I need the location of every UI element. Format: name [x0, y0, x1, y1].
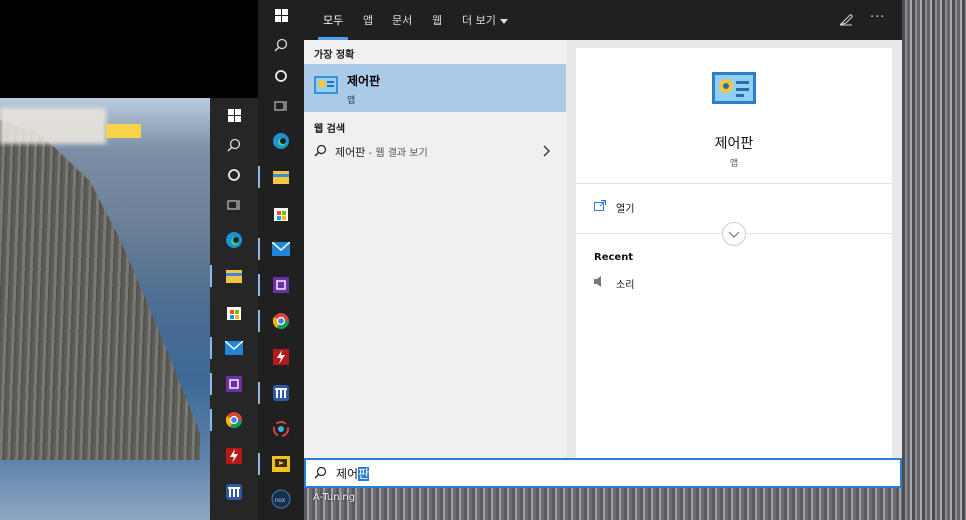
search-input[interactable]: 제어판 [336, 465, 370, 482]
wallpaper-caption: A-Tuning [313, 492, 356, 503]
chevron-right-icon[interactable] [542, 145, 550, 160]
open-icon [594, 200, 606, 214]
control-panel-large-icon [712, 72, 756, 107]
search-icon[interactable] [223, 134, 245, 156]
chevron-down-icon [728, 231, 740, 238]
store-icon[interactable] [223, 301, 245, 323]
running-indicator [258, 453, 260, 475]
web-search-item[interactable]: 제어판 - 웹 결과 보기 [304, 140, 566, 162]
running-indicator [258, 310, 260, 332]
best-match-subtitle: 앱 [347, 96, 356, 106]
app-icon[interactable] [270, 274, 292, 296]
more-options-icon[interactable]: ··· [870, 10, 885, 25]
sync-app-icon[interactable] [270, 418, 292, 440]
mail-icon[interactable] [270, 238, 292, 260]
detail-title: 제어판 [714, 136, 754, 152]
search-icon [314, 466, 327, 482]
nox-icon[interactable]: nox [270, 488, 292, 510]
blurred-window-fragment [0, 108, 106, 144]
detail-pane-background: 제어판 앱 열기 Recent 소리 [566, 40, 902, 458]
tab-all[interactable]: 모두 [323, 12, 343, 28]
store-icon[interactable] [270, 202, 292, 224]
search-icon[interactable] [270, 34, 292, 56]
task-view-icon[interactable] [270, 95, 292, 117]
running-indicator [258, 238, 260, 260]
open-label: 열기 [616, 204, 635, 215]
results-list: 가장 정확 제어판 앱 웹 검색 제어판 - 웹 결과 보기 [304, 40, 566, 458]
web-search-query: 제어판 [335, 146, 366, 159]
running-indicator [258, 274, 260, 296]
tab-web[interactable]: 웹 [432, 12, 442, 28]
lightning-app-icon[interactable] [223, 445, 245, 467]
yellow-highlight [106, 124, 141, 138]
running-indicator [258, 382, 260, 404]
web-search-suffix: - 웹 결과 보기 [365, 148, 428, 159]
yellow-app-icon[interactable] [270, 453, 292, 475]
app-icon[interactable] [223, 373, 245, 395]
desktop-wallpaper-bottom [304, 488, 902, 520]
file-explorer-icon[interactable] [223, 265, 245, 287]
control-panel-icon [314, 76, 338, 97]
web-search-header: 웹 검색 [314, 124, 346, 135]
detail-pane: 제어판 앱 열기 Recent 소리 [576, 48, 892, 458]
tab-more[interactable]: 더 보기 [462, 12, 508, 28]
file-explorer-icon[interactable] [270, 166, 292, 188]
divider [576, 183, 892, 184]
task-view-icon[interactable] [223, 194, 245, 216]
tab-apps[interactable]: 앱 [363, 12, 373, 28]
running-indicator [210, 337, 212, 359]
search-box[interactable]: 제어판 [304, 458, 902, 488]
taskbar: nox [258, 0, 304, 520]
mail-icon[interactable] [223, 337, 245, 359]
speaker-icon [594, 276, 604, 290]
windows-icon[interactable] [270, 4, 292, 26]
running-indicator [210, 409, 212, 431]
best-match-title: 제어판 [347, 74, 381, 88]
best-match-header: 가장 정확 [314, 50, 355, 61]
detail-subtitle: 앱 [729, 159, 739, 169]
tuning-app-icon[interactable] [270, 382, 292, 404]
search-typed-text: 제어 [336, 467, 359, 481]
desktop-wallpaper-right [902, 0, 966, 520]
svg-text:nox: nox [275, 497, 286, 504]
black-region [0, 0, 258, 98]
running-indicator [210, 373, 212, 395]
tab-more-label: 더 보기 [462, 14, 496, 27]
search-scope-bar: 모두 앱 문서 웹 더 보기 ··· [304, 0, 902, 40]
lightning-app-icon[interactable] [270, 346, 292, 368]
recent-item-label: 소리 [616, 280, 635, 291]
tuning-app-icon[interactable] [223, 481, 245, 503]
tab-documents[interactable]: 문서 [392, 12, 412, 28]
best-match-item[interactable]: 제어판 앱 [304, 64, 566, 112]
chrome-icon[interactable] [270, 310, 292, 332]
cortana-icon[interactable] [223, 164, 245, 186]
running-indicator [210, 265, 212, 287]
running-indicator [258, 166, 260, 188]
expand-button[interactable] [722, 222, 746, 246]
web-search-text: 제어판 - 웹 결과 보기 [335, 144, 428, 160]
chrome-icon[interactable] [223, 409, 245, 431]
edge-icon[interactable] [223, 229, 245, 251]
background-taskbar [210, 98, 258, 520]
feedback-icon[interactable] [838, 11, 854, 30]
search-selected-text: 판 [358, 467, 370, 481]
edge-icon[interactable] [270, 130, 292, 152]
recent-header: Recent [594, 252, 634, 263]
chevron-down-icon [499, 18, 508, 24]
search-icon [314, 144, 327, 160]
cortana-icon[interactable] [270, 65, 292, 87]
windows-icon[interactable] [223, 104, 245, 126]
